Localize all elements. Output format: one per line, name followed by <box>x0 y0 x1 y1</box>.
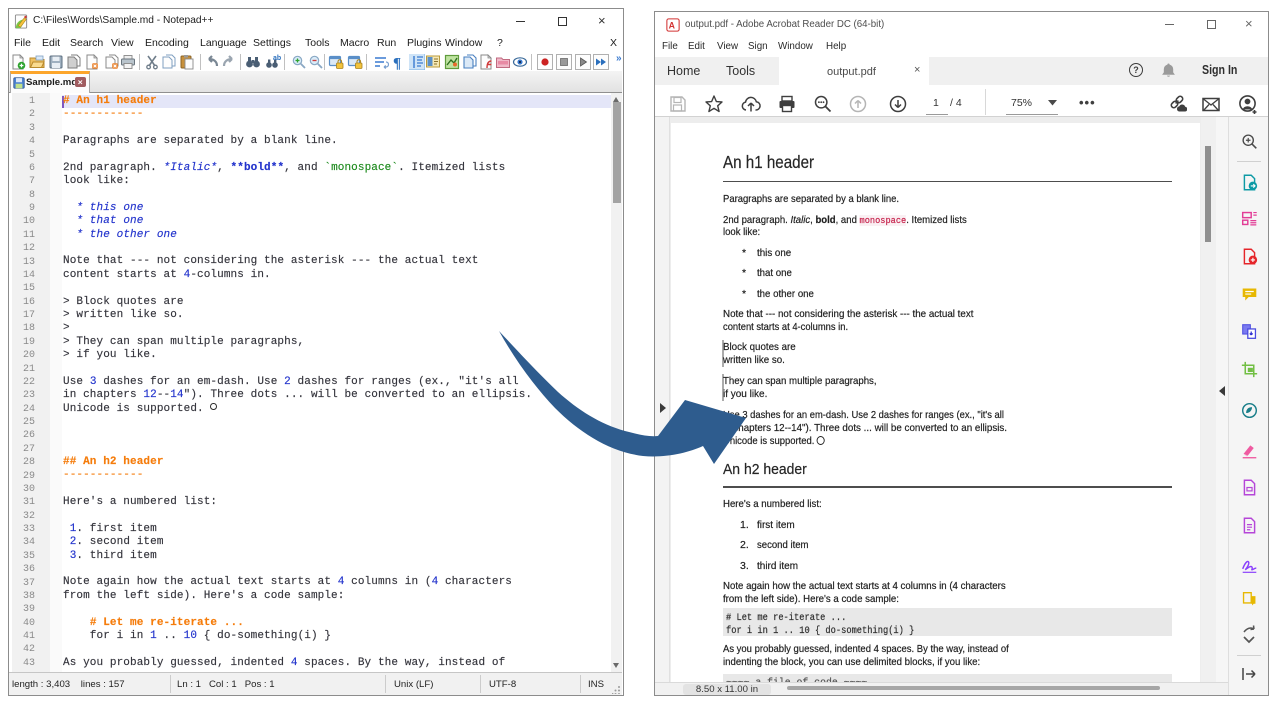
svg-text:¶: ¶ <box>393 56 401 71</box>
svg-text:ab: ab <box>273 55 281 62</box>
svg-text:A: A <box>669 21 676 31</box>
